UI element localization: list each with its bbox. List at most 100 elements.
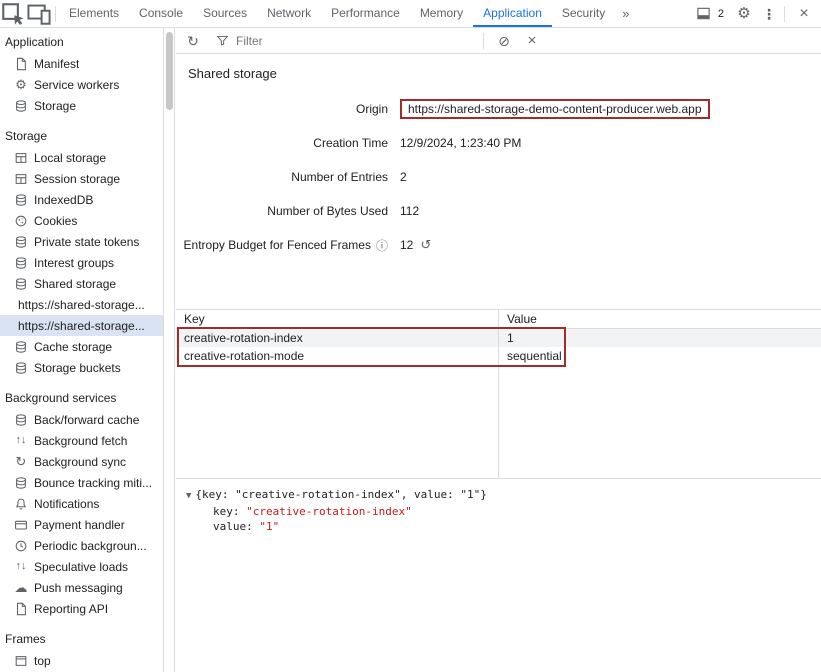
table-icon — [13, 151, 29, 165]
sidebar-section-storage: Storage Local storage Session storage In… — [0, 125, 163, 378]
database-icon — [13, 476, 29, 490]
sidebar-item-storage-buckets[interactable]: Storage buckets — [0, 357, 163, 378]
database-icon — [13, 193, 29, 207]
sidebar-item-storage[interactable]: Storage — [0, 95, 163, 116]
clock-icon — [13, 539, 29, 553]
tab-elements[interactable]: Elements — [59, 0, 129, 27]
more-icon[interactable]: ⋮ — [760, 1, 778, 27]
sidebar-item-frame-top[interactable]: top — [0, 650, 163, 671]
sidebar-item-indexeddb[interactable]: IndexedDB — [0, 189, 163, 210]
panel-toolbar: ↻ ⊘ × — [176, 28, 821, 54]
scrollbar-thumb[interactable] — [166, 32, 173, 110]
sidebar-section-application: Application Manifest ⚙ Service workers S… — [0, 31, 163, 116]
document-icon — [13, 602, 29, 616]
sidebar-item-bounce-tracking[interactable]: Bounce tracking miti... — [0, 472, 163, 493]
disclosure-triangle-icon[interactable]: ▼ — [186, 491, 191, 501]
field-number-of-entries: Number of Entries 2 — [176, 160, 821, 194]
info-icon[interactable]: ⓘ — [376, 237, 388, 254]
tab-performance[interactable]: Performance — [321, 0, 410, 27]
sidebar-item-reporting-api[interactable]: Reporting API — [0, 598, 163, 619]
inspect-icon[interactable] — [0, 1, 26, 27]
tab-network[interactable]: Network — [257, 0, 321, 27]
sidebar-scrollbar[interactable] — [163, 28, 175, 672]
sidebar-item-interest-groups[interactable]: Interest groups — [0, 252, 163, 273]
field-bytes-used: Number of Bytes Used 112 — [176, 194, 821, 228]
filter-input[interactable] — [236, 34, 474, 48]
column-header-value[interactable]: Value — [499, 310, 821, 328]
sidebar-item-service-workers[interactable]: ⚙ Service workers — [0, 74, 163, 95]
sidebar-item-payment-handler[interactable]: Payment handler — [0, 514, 163, 535]
entry-preview-pane: ▼{key: "creative-rotation-index", value:… — [176, 478, 821, 672]
entropy-budget-value: 12 — [400, 238, 413, 252]
field-entropy-budget: Entropy Budget for Fenced Frames ⓘ 12 ↺ — [176, 228, 821, 262]
database-icon — [13, 256, 29, 270]
tab-application[interactable]: Application — [473, 0, 552, 27]
cloud-icon: ☁ — [13, 581, 29, 594]
database-icon — [13, 413, 29, 427]
frame-icon — [13, 654, 29, 668]
sidebar-item-notifications[interactable]: Notifications — [0, 493, 163, 514]
filter-field[interactable] — [210, 34, 474, 48]
database-icon — [13, 277, 29, 291]
shared-storage-table: Key Value creative-rotation-index 1 crea… — [176, 309, 821, 478]
sidebar-item-push-messaging[interactable]: ☁ Push messaging — [0, 577, 163, 598]
document-icon — [13, 57, 29, 71]
origin-value: https://shared-storage-demo-content-prod… — [400, 99, 710, 119]
up-down-arrows-icon: ↑↓ — [13, 435, 29, 446]
sidebar-item-private-state-tokens[interactable]: Private state tokens — [0, 231, 163, 252]
block-icon[interactable]: ⊘ — [493, 30, 515, 52]
sidebar-item-session-storage[interactable]: Session storage — [0, 168, 163, 189]
tab-security[interactable]: Security — [552, 0, 615, 27]
table-icon — [13, 172, 29, 186]
tab-memory[interactable]: Memory — [410, 0, 473, 27]
divider — [784, 6, 785, 22]
sidebar-item-local-storage[interactable]: Local storage — [0, 147, 163, 168]
card-icon — [13, 518, 29, 532]
sidebar-item-background-fetch[interactable]: ↑↓ Background fetch — [0, 430, 163, 451]
sidebar-section-frames: Frames top — [0, 628, 163, 671]
sidebar-item-manifest[interactable]: Manifest — [0, 53, 163, 74]
devtools-tabbar: Elements Console Sources Network Perform… — [0, 0, 821, 28]
sidebar-item-speculative-loads[interactable]: ↑↓ Speculative loads — [0, 556, 163, 577]
creation-time-value: 12/9/2024, 1:23:40 PM — [400, 136, 521, 150]
sidebar-item-shared-storage-origin-1[interactable]: https://shared-storage... — [0, 294, 163, 315]
database-icon — [13, 99, 29, 113]
sidebar-item-shared-storage[interactable]: Shared storage — [0, 273, 163, 294]
column-header-key[interactable]: Key — [176, 310, 499, 328]
object-property: key: "creative-rotation-index" — [186, 504, 821, 519]
column-divider[interactable] — [498, 310, 499, 478]
bytes-used-value: 112 — [400, 204, 419, 218]
filter-icon — [214, 34, 230, 47]
section-title: Storage — [0, 125, 163, 147]
object-property: value: "1" — [186, 519, 821, 534]
up-down-arrows-icon: ↑↓ — [13, 561, 29, 572]
metadata-fields: Origin https://shared-storage-demo-conte… — [176, 92, 821, 262]
tab-sources[interactable]: Sources — [193, 0, 257, 27]
application-sidebar: Application Manifest ⚙ Service workers S… — [0, 28, 163, 672]
sidebar-item-back-forward-cache[interactable]: Back/forward cache — [0, 409, 163, 430]
page-title: Shared storage — [188, 66, 821, 82]
undo-icon[interactable]: ↺ — [420, 237, 431, 253]
bell-icon — [13, 497, 29, 511]
object-preview-summary[interactable]: ▼{key: "creative-rotation-index", value:… — [186, 487, 821, 504]
sidebar-item-periodic-background-sync[interactable]: Periodic backgroun... — [0, 535, 163, 556]
divider — [483, 33, 484, 49]
cookie-icon — [13, 214, 29, 228]
more-tabs-button[interactable]: » — [615, 0, 636, 27]
settings-icon[interactable]: ⚙ — [731, 1, 757, 27]
database-icon — [13, 340, 29, 354]
drawer-icon[interactable] — [694, 1, 714, 27]
database-icon — [13, 361, 29, 375]
close-icon[interactable]: × — [791, 1, 817, 27]
sidebar-item-shared-storage-origin-2[interactable]: https://shared-storage... — [0, 315, 163, 336]
refresh-icon[interactable]: ↻ — [182, 30, 204, 52]
sidebar-item-cookies[interactable]: Cookies — [0, 210, 163, 231]
device-toolbar-icon[interactable] — [26, 1, 52, 27]
section-title: Background services — [0, 387, 163, 409]
tab-console[interactable]: Console — [129, 0, 193, 27]
close-icon[interactable]: × — [521, 30, 543, 52]
sidebar-item-background-sync[interactable]: ↻ Background sync — [0, 451, 163, 472]
sidebar-item-cache-storage[interactable]: Cache storage — [0, 336, 163, 357]
entries-count-value: 2 — [400, 170, 407, 184]
sync-icon: ↻ — [13, 455, 29, 468]
